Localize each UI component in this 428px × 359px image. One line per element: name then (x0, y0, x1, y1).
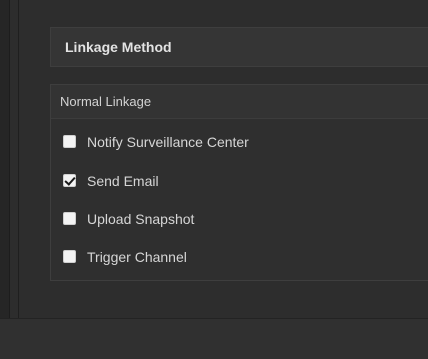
linkage-method-header: Linkage Method (50, 27, 428, 67)
option-label: Send Email (87, 173, 159, 189)
option-label: Upload Snapshot (87, 211, 195, 227)
normal-linkage-panel: Normal Linkage Notify Surveillance Cente… (50, 84, 428, 281)
notify-surveillance-center-checkbox[interactable] (63, 135, 76, 148)
settings-window: Linkage Method Normal Linkage Notify Sur… (0, 0, 428, 359)
panel-heading: Normal Linkage (51, 85, 428, 119)
option-trigger-channel[interactable]: Trigger Channel (63, 247, 363, 267)
checkmark-icon (64, 174, 76, 186)
option-send-email[interactable]: Send Email (63, 171, 363, 191)
upload-snapshot-checkbox[interactable] (63, 212, 76, 225)
trigger-channel-checkbox[interactable] (63, 250, 76, 263)
section-title: Linkage Method (65, 39, 172, 55)
send-email-checkbox[interactable] (63, 174, 76, 187)
option-notify-surveillance-center[interactable]: Notify Surveillance Center (63, 132, 363, 152)
option-label: Notify Surveillance Center (87, 134, 249, 150)
rail-divider (18, 0, 19, 318)
option-label: Trigger Channel (87, 249, 187, 265)
left-rail (0, 0, 10, 358)
option-upload-snapshot[interactable]: Upload Snapshot (63, 209, 363, 229)
panel-heading-label: Normal Linkage (60, 94, 152, 109)
bottom-band (0, 318, 428, 359)
